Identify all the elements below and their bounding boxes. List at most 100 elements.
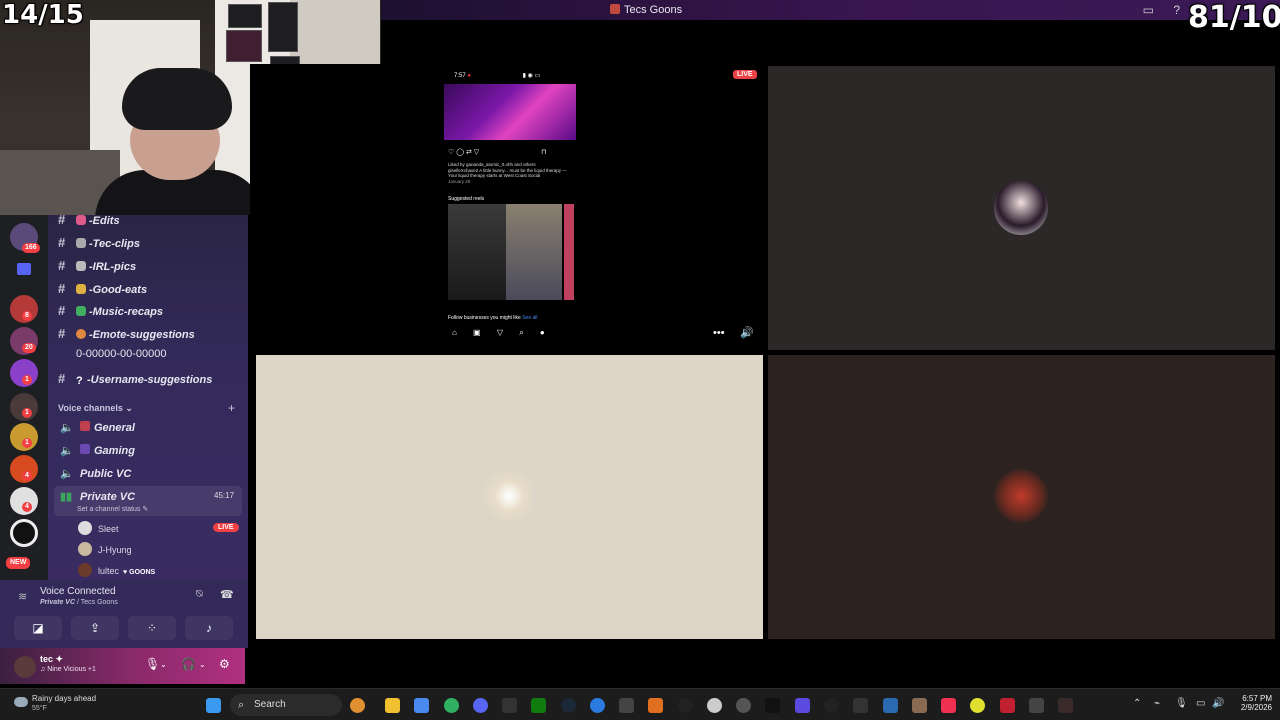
app-icon[interactable] <box>853 698 868 713</box>
cloud-icon <box>14 697 28 707</box>
counter-right: 81/100 <box>1188 0 1280 35</box>
disconnect-icon[interactable]: ☎ <box>220 588 234 601</box>
channel-edits[interactable]: # -Edits <box>58 212 243 232</box>
app-icon[interactable] <box>350 698 365 713</box>
headphones-icon[interactable]: 🎧 <box>181 657 196 671</box>
server-icon[interactable] <box>10 519 38 547</box>
epic-games-icon[interactable] <box>502 698 517 713</box>
avatar <box>78 521 92 535</box>
member-sleet[interactable]: Sleet <box>78 521 119 539</box>
phone-nav-bar: ⌂ ▣ ▽ ⌕ ● <box>452 328 545 337</box>
app-icon[interactable] <box>765 698 780 713</box>
connection-icon[interactable]: ≋ <box>18 590 27 603</box>
volume-icon[interactable]: 🔊 <box>1212 698 1224 709</box>
voice-channel-gaming[interactable]: 🔈 Gaming <box>60 444 135 457</box>
app-icon[interactable] <box>590 698 605 713</box>
avatar <box>994 181 1048 235</box>
mention-badge: 20 <box>22 343 36 353</box>
app-icon[interactable] <box>824 698 839 713</box>
screen-share-tile[interactable]: 7:57 ● ▮ ◉ ▭ ♡ ◯ ⇄ ▽ ⊓ Liked by gananda_… <box>250 64 765 349</box>
network-icon[interactable]: ⌁ <box>1154 698 1160 709</box>
channel-status-prompt[interactable]: Set a channel status ✎ <box>77 505 148 513</box>
app-icon[interactable] <box>1058 698 1073 713</box>
app-icon[interactable] <box>912 698 927 713</box>
avatar <box>78 542 92 556</box>
server-icon <box>610 4 620 14</box>
discord-icon[interactable] <box>473 698 488 713</box>
channel-unnamed[interactable]: 0-00000-00-00000 <box>58 348 243 368</box>
app-icon[interactable] <box>678 698 693 713</box>
app-icon[interactable] <box>795 698 810 713</box>
weather-widget[interactable]: Rainy days ahead 55°F <box>10 694 96 712</box>
phone-status-bar: 7:57 ● ▮ ◉ ▭ <box>454 73 541 79</box>
store-icon[interactable] <box>414 698 429 713</box>
pencil-icon: ✎ <box>142 506 149 513</box>
noise-suppression-icon[interactable]: ⍉ <box>196 588 203 601</box>
voice-channel-general[interactable]: 🔈 General <box>60 421 135 434</box>
window-title: Tecs Goons <box>610 4 682 16</box>
user-panel: tec ✦ ♫ Nine Vicious +1 🎙 ⌄ 🎧 ⌄ ⚙ <box>0 648 245 684</box>
mention-badge: 166 <box>22 243 40 253</box>
channel-tec-clips[interactable]: # -Tec-clips <box>58 235 243 255</box>
member-lultec[interactable]: lultec ♥ GOONS <box>78 563 155 581</box>
participant-tile[interactable] <box>768 66 1275 350</box>
soundboard-button[interactable]: ♪ <box>185 616 233 640</box>
username: tec ✦ <box>40 654 64 664</box>
channel-username-suggestions[interactable]: #? -Username-suggestions <box>58 371 243 391</box>
app-icon[interactable] <box>1000 698 1015 713</box>
folder-icon[interactable] <box>17 263 31 275</box>
screen-share-button[interactable]: ⇪ <box>71 616 119 640</box>
chrome-icon[interactable] <box>444 698 459 713</box>
voice-channel-public-vc[interactable]: 🔈 Public VC <box>60 467 131 480</box>
chevron-up-icon[interactable]: ⌃ <box>1133 698 1141 709</box>
music-app-icon[interactable] <box>941 698 956 713</box>
voice-channel-private-vc[interactable]: ▮▮ Private VC <box>60 490 135 503</box>
user-avatar[interactable] <box>14 656 36 678</box>
new-badge: NEW <box>6 557 31 569</box>
taskbar: Rainy days ahead 55°F ⌕ Search ⌃ ⌁ 🎙 ▭ 🔊 … <box>0 688 1280 720</box>
speaker-icon: 🔈 <box>60 422 74 434</box>
search-icon: ⌕ <box>238 699 245 711</box>
app-icon[interactable] <box>619 698 634 713</box>
channel-irl-pics[interactable]: # -IRL-pics <box>58 258 243 278</box>
mention-badge: 1 <box>22 375 32 385</box>
microphone-icon[interactable]: 🎙 <box>1175 698 1188 709</box>
more-options-icon[interactable]: ••• <box>713 327 725 339</box>
inbox-icon[interactable]: ▭ <box>1143 3 1154 17</box>
app-icon[interactable] <box>883 698 898 713</box>
volume-icon[interactable]: 🔊 <box>740 326 754 339</box>
microphone-icon[interactable]: 🎙 <box>145 657 160 671</box>
voice-active-icon: ▮▮ <box>60 491 73 503</box>
app-icon[interactable] <box>970 698 985 713</box>
channel-music-recaps[interactable]: # -Music-recaps <box>58 303 243 323</box>
xbox-icon[interactable] <box>531 698 546 713</box>
search-box[interactable]: ⌕ Search <box>230 694 342 716</box>
activities-button[interactable]: ⁘ <box>128 616 176 640</box>
voice-connected-location[interactable]: Private VC / Tecs Goons <box>40 599 118 606</box>
participant-tile[interactable] <box>256 355 763 639</box>
voice-channels-header[interactable]: Voice channels ⌄ <box>58 403 133 414</box>
app-icon[interactable] <box>707 698 722 713</box>
start-icon[interactable] <box>206 698 221 713</box>
clock[interactable]: 6:57 PM 2/9/2026 <box>1232 694 1272 712</box>
mention-badge: 4 <box>22 471 32 481</box>
app-icon[interactable] <box>1029 698 1044 713</box>
channel-emote-suggestions[interactable]: # -Emote-suggestions <box>58 326 243 346</box>
participant-tile[interactable] <box>768 355 1275 639</box>
chevron-down-icon[interactable]: ⌄ <box>160 660 167 669</box>
app-icon[interactable] <box>648 698 663 713</box>
obs-icon[interactable] <box>736 698 751 713</box>
steam-icon[interactable] <box>561 698 576 713</box>
camera-off-button[interactable]: ◪ <box>14 616 62 640</box>
add-channel-icon[interactable]: + <box>228 401 235 415</box>
music-icon: ♫ <box>40 666 46 673</box>
display-icon[interactable]: ▭ <box>1196 698 1205 709</box>
file-explorer-icon[interactable] <box>385 698 400 713</box>
mention-badge: 8 <box>22 311 32 321</box>
member-j-hyung[interactable]: J-Hyung <box>78 542 132 560</box>
chevron-down-icon[interactable]: ⌄ <box>199 660 206 669</box>
channel-good-eats[interactable]: # -Good-eats <box>58 281 243 301</box>
help-icon[interactable]: ? <box>1173 3 1180 17</box>
server-rail: 166 8 20 1 1 1 4 4 NEW <box>0 215 48 580</box>
gear-icon[interactable]: ⚙ <box>219 657 230 671</box>
